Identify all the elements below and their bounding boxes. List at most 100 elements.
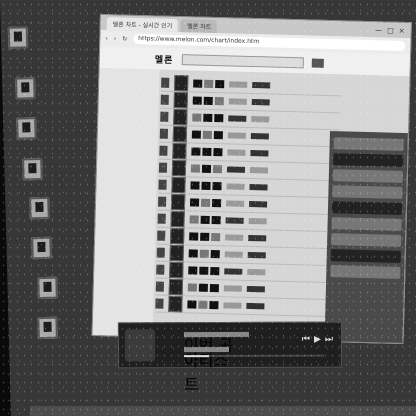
row-action[interactable] bbox=[252, 82, 271, 89]
row-action[interactable] bbox=[248, 234, 267, 242]
album-art[interactable] bbox=[174, 74, 189, 92]
row-detail bbox=[226, 166, 246, 173]
album-art[interactable] bbox=[172, 142, 187, 160]
row-action[interactable] bbox=[251, 99, 270, 106]
minimize-icon[interactable]: — bbox=[375, 26, 382, 34]
site-logo[interactable]: 멜론 bbox=[155, 52, 174, 65]
row-action[interactable] bbox=[251, 115, 270, 123]
row-action[interactable] bbox=[246, 285, 265, 293]
desktop-app-icon-6[interactable] bbox=[31, 236, 52, 260]
album-art[interactable] bbox=[173, 108, 188, 126]
progress-track[interactable] bbox=[184, 354, 325, 358]
album-art[interactable] bbox=[172, 125, 188, 143]
desktop-app-icon-7[interactable] bbox=[37, 276, 58, 300]
reload-icon[interactable]: ↻ bbox=[122, 35, 127, 42]
play-pause-icon[interactable]: ▶ bbox=[314, 335, 321, 345]
taskbar bbox=[30, 406, 416, 416]
desktop-app-icon-3[interactable] bbox=[16, 117, 37, 140]
song-text-bars bbox=[189, 198, 222, 208]
song-text-bars bbox=[192, 113, 224, 123]
sidebar-item[interactable] bbox=[331, 201, 403, 215]
rank-marker bbox=[159, 128, 169, 139]
rank-marker bbox=[161, 77, 170, 88]
row-action[interactable] bbox=[247, 251, 266, 259]
right-sidebar bbox=[324, 131, 408, 345]
sidebar-item[interactable] bbox=[333, 153, 404, 167]
track-title: 이번 곡 bbox=[183, 331, 249, 355]
song-text-bars bbox=[188, 266, 220, 276]
desktop-app-icon-8[interactable] bbox=[37, 316, 58, 340]
rank-marker bbox=[157, 196, 167, 207]
row-detail bbox=[228, 98, 247, 105]
rank-marker bbox=[157, 213, 166, 224]
song-text-bars bbox=[190, 164, 223, 174]
track-artist: 아티스트 bbox=[184, 347, 230, 394]
left-panel bbox=[92, 68, 160, 337]
forward-icon[interactable]: › bbox=[114, 35, 117, 42]
rank-marker bbox=[155, 298, 164, 309]
song-text-bars bbox=[192, 96, 224, 106]
album-art[interactable] bbox=[168, 278, 184, 296]
sidebar-item[interactable] bbox=[331, 233, 402, 247]
sidebar-item[interactable] bbox=[330, 265, 401, 279]
previous-icon[interactable]: ⏮ bbox=[302, 335, 310, 345]
song-text-bars bbox=[191, 130, 223, 140]
second-tab[interactable]: 멜론 차트 bbox=[181, 19, 218, 34]
song-text-bars bbox=[190, 181, 222, 191]
search-icon[interactable] bbox=[311, 58, 324, 68]
album-art[interactable] bbox=[170, 227, 185, 245]
song-text-bars bbox=[193, 79, 225, 89]
media-player: 이번 곡 아티스트 ⏮ ▶ ⏭ bbox=[117, 321, 343, 394]
sidebar-item[interactable] bbox=[332, 169, 403, 183]
desktop-app-icon-4[interactable] bbox=[22, 157, 43, 181]
row-action[interactable] bbox=[248, 217, 267, 225]
back-icon[interactable]: ‹ bbox=[105, 35, 108, 42]
song-text-bars bbox=[191, 147, 223, 157]
maximize-icon[interactable]: □ bbox=[387, 27, 394, 35]
row-detail bbox=[226, 183, 245, 190]
album-art[interactable] bbox=[170, 210, 185, 228]
site-search-input[interactable] bbox=[181, 53, 304, 68]
album-art[interactable] bbox=[168, 295, 183, 313]
next-icon[interactable]: ⏭ bbox=[325, 335, 333, 345]
row-detail bbox=[227, 132, 246, 139]
album-art[interactable] bbox=[170, 193, 186, 211]
rank-marker bbox=[158, 179, 167, 190]
rank-marker bbox=[159, 145, 168, 156]
active-tab[interactable]: 멜론 차트 - 실시간 인기 bbox=[106, 17, 179, 33]
album-art[interactable] bbox=[173, 91, 188, 109]
row-action[interactable] bbox=[248, 200, 268, 208]
album-art[interactable] bbox=[171, 176, 186, 194]
rank-marker bbox=[160, 94, 169, 105]
close-icon[interactable]: × bbox=[399, 27, 405, 35]
row-action[interactable] bbox=[250, 149, 269, 157]
row-action[interactable] bbox=[247, 268, 266, 276]
row-detail bbox=[226, 200, 245, 207]
album-art[interactable] bbox=[171, 159, 187, 177]
sidebar-item[interactable] bbox=[330, 249, 401, 263]
row-detail bbox=[228, 115, 247, 122]
sidebar-item[interactable] bbox=[332, 185, 403, 199]
desktop-app-icon-1[interactable] bbox=[7, 26, 29, 49]
row-detail bbox=[229, 81, 248, 88]
row-detail bbox=[223, 302, 242, 309]
song-text-bars bbox=[187, 300, 219, 310]
row-detail bbox=[224, 251, 243, 258]
row-detail bbox=[225, 234, 244, 241]
desktop-app-icon-5[interactable] bbox=[29, 196, 50, 220]
sidebar-item[interactable] bbox=[333, 137, 404, 151]
desktop-app-icon-2[interactable] bbox=[15, 77, 36, 100]
row-action[interactable] bbox=[250, 132, 269, 140]
window-controls: — □ × bbox=[375, 26, 411, 38]
album-art[interactable] bbox=[169, 261, 184, 279]
row-action[interactable] bbox=[249, 183, 268, 191]
row-action[interactable] bbox=[249, 166, 269, 174]
sidebar-item[interactable] bbox=[331, 217, 402, 231]
album-art-large bbox=[124, 329, 156, 362]
song-text-bars bbox=[188, 249, 220, 259]
chart-table bbox=[155, 74, 342, 318]
row-action[interactable] bbox=[246, 302, 265, 310]
table-row[interactable] bbox=[155, 295, 336, 318]
album-art[interactable] bbox=[169, 244, 184, 262]
rank-marker bbox=[155, 281, 165, 292]
